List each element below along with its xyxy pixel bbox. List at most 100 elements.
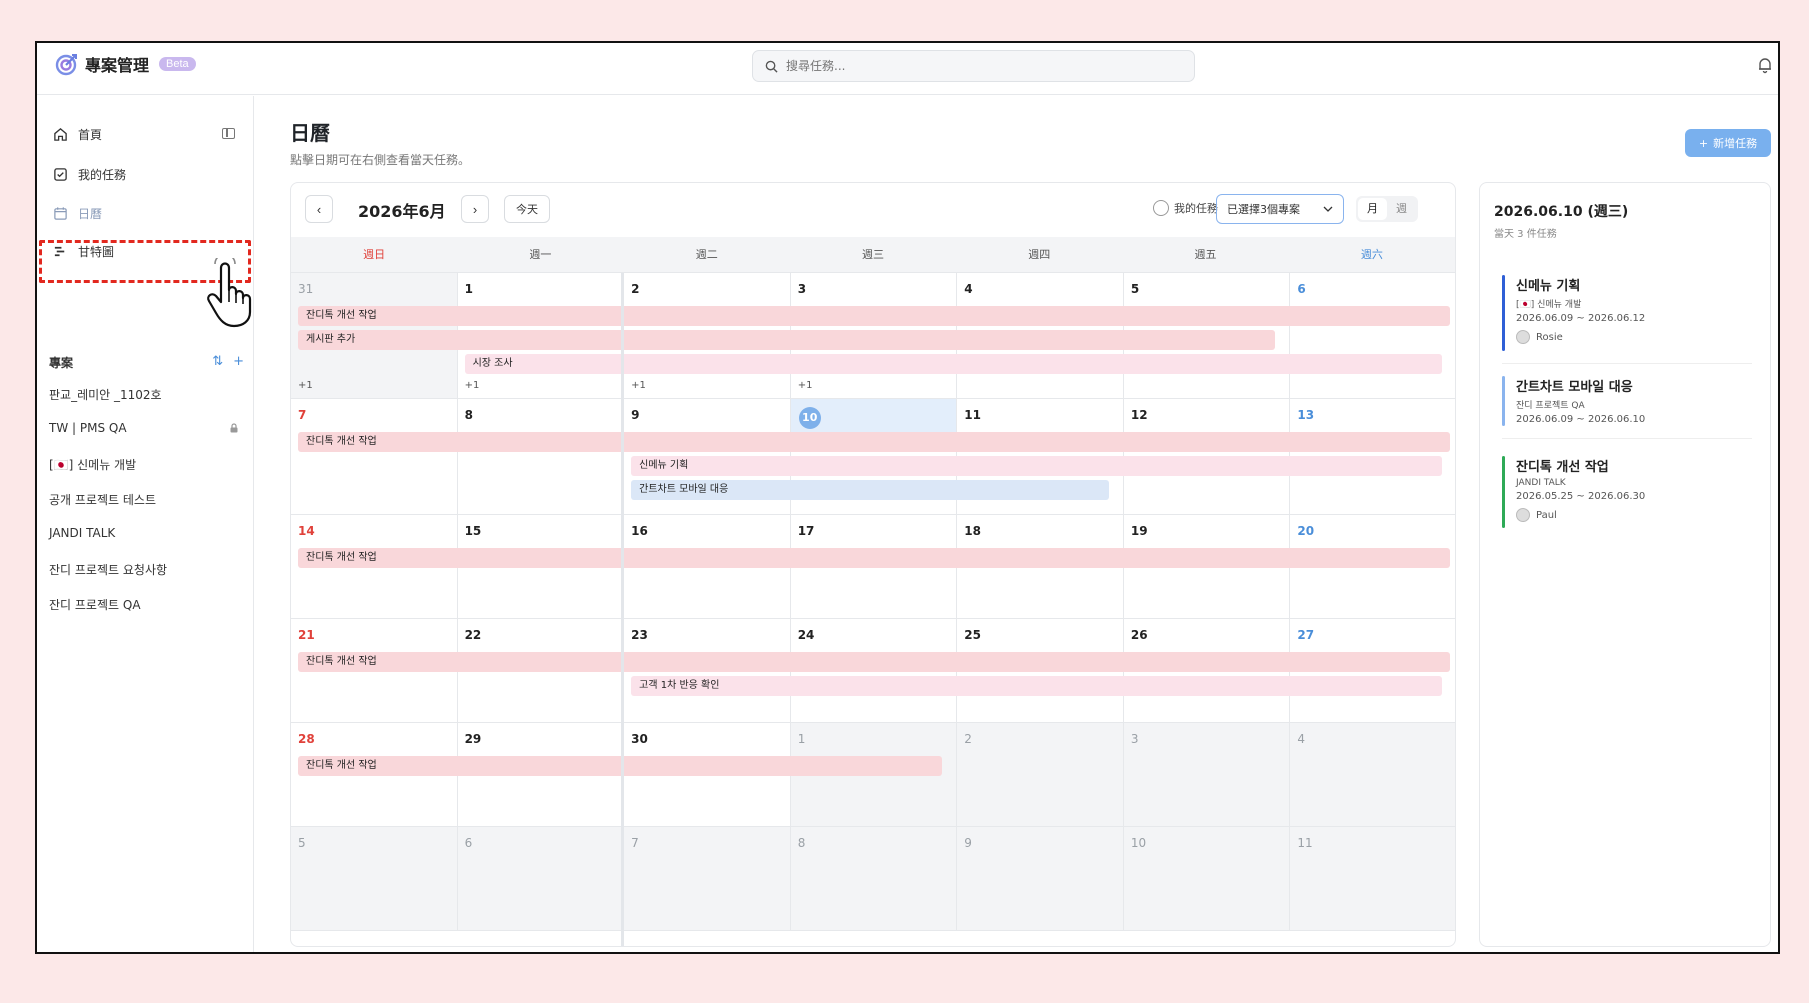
- my-tasks-radio[interactable]: [1153, 200, 1169, 216]
- next-month-button[interactable]: ›: [461, 195, 489, 223]
- sidebar-collapse-icon[interactable]: [222, 128, 235, 139]
- task-date-range: 2026.06.09 ~ 2026.06.12: [1516, 313, 1646, 324]
- month-label: 2026年6月: [358, 202, 446, 221]
- weekday-header: 週日 週一 週二 週三 週四 週五 週六: [291, 237, 1455, 273]
- beta-badge: Beta: [159, 57, 196, 71]
- app-logo[interactable]: 專案管理 Beta: [55, 52, 196, 76]
- calendar-day-cell[interactable]: 11: [1290, 827, 1455, 930]
- sidebar-item-label: 日曆: [78, 206, 103, 221]
- day-detail-panel: 2026.06.10 (週三) 當天 3 件任務 신메뉴 기획 [🇯🇵] 신메뉴 …: [1479, 182, 1771, 947]
- day-number: 5: [298, 836, 306, 850]
- weekday-label: 週二: [695, 248, 718, 261]
- day-number: 10: [1130, 836, 1147, 850]
- view-week-button[interactable]: 週: [1387, 198, 1416, 220]
- weekday-label: 週四: [1028, 248, 1051, 261]
- day-number: 4: [964, 282, 973, 296]
- calendar-day-cell[interactable]: 8: [790, 827, 958, 930]
- calendar-week-row: 21 22 23 24 25 26 27 잔디톡 개선 작업 고객 1차 반응 확인: [291, 619, 1455, 723]
- event-bar[interactable]: 잔디톡 개선 작업: [298, 652, 1450, 672]
- day-task-item[interactable]: 간트차트 모바일 대응 잔디 프로젝트 QA 2026.06.09 ~ 2026.0…: [1502, 376, 1752, 426]
- calendar-day-cell[interactable]: 10: [1123, 827, 1291, 930]
- more-events-link[interactable]: +1: [298, 380, 313, 391]
- selected-date: 2026.06.10 (週三): [1494, 204, 1629, 220]
- day-number: 23: [631, 628, 648, 642]
- sort-icon[interactable]: ⇅: [212, 354, 223, 371]
- day-number: 8: [464, 408, 473, 422]
- project-filter-select[interactable]: 已選擇3個專案: [1216, 194, 1344, 224]
- event-bar[interactable]: 시장 조사: [464, 354, 1442, 374]
- day-number: 3: [1130, 732, 1139, 746]
- day-task-item[interactable]: 잔디톡 개선 작업 JANDI TALK 2026.05.25 ~ 2026.06.…: [1502, 456, 1752, 528]
- calendar-day-cell[interactable]: 7: [624, 827, 791, 930]
- day-number: 22: [464, 628, 482, 642]
- day-number: 20: [1297, 524, 1315, 538]
- event-bar[interactable]: 잔디톡 개선 작업: [298, 306, 1450, 326]
- day-number: 1: [797, 732, 806, 746]
- checkbox-icon: [54, 167, 67, 181]
- day-number: 31: [298, 282, 314, 296]
- calendar-day-cell[interactable]: 3: [1123, 723, 1291, 826]
- top-bar: 專案管理 Beta: [37, 43, 1778, 95]
- event-bar[interactable]: 고객 1차 반응 확인: [631, 676, 1442, 696]
- weekday-label: 週日: [363, 248, 386, 261]
- my-tasks-toggle[interactable]: 我的任務: [1153, 200, 1218, 216]
- more-events-link[interactable]: +1: [631, 380, 646, 391]
- sidebar-project-item[interactable]: 잔디 프로젝트 QA: [49, 596, 239, 613]
- bell-icon[interactable]: [1756, 56, 1774, 74]
- calendar-day-cell[interactable]: 5: [291, 827, 458, 930]
- day-task-item[interactable]: 신메뉴 기획 [🇯🇵] 신메뉴 개발 2026.06.09 ~ 2026.06.12…: [1502, 275, 1752, 351]
- calendar-day-cell[interactable]: 6: [457, 827, 625, 930]
- calendar-day-cell[interactable]: 8: [458, 399, 625, 514]
- my-tasks-label: 我的任務: [1174, 202, 1218, 215]
- event-bar[interactable]: 간트차트 모바일 대응: [631, 480, 1109, 500]
- calendar-day-cell[interactable]: 7: [291, 399, 458, 514]
- task-divider: [1502, 363, 1752, 364]
- task-assignee: Rosie: [1516, 330, 1752, 344]
- sidebar-item-home[interactable]: 首頁: [47, 119, 243, 149]
- search-box[interactable]: [752, 50, 1195, 82]
- event-bar[interactable]: 잔디톡 개선 작업: [298, 432, 1450, 452]
- task-color-stripe: [1502, 275, 1505, 351]
- calendar: ‹ 2026年6月 › 今天 我的任務 已選擇3個專案 月 週 週日 週一 週二 週三…: [290, 182, 1456, 947]
- sidebar-item-my-tasks[interactable]: 我的任務: [47, 159, 243, 189]
- new-task-button[interactable]: + 新增任務: [1685, 129, 1771, 157]
- sidebar-project-item[interactable]: 공개 프로젝트 테스트: [49, 491, 239, 508]
- task-title: 간트차트 모바일 대응: [1516, 380, 1633, 395]
- sidebar-project-item[interactable]: TW | PMS QA: [49, 421, 239, 435]
- event-bar[interactable]: 잔디톡 개선 작업: [298, 548, 1450, 568]
- calendar-day-cell[interactable]: 6: [1290, 273, 1455, 398]
- event-bar[interactable]: 게시판 추가: [298, 330, 1276, 350]
- calendar-day-cell[interactable]: 2: [957, 723, 1124, 826]
- event-bar[interactable]: 잔디톡 개선 작업: [298, 756, 942, 776]
- day-number: 12: [1130, 408, 1148, 422]
- project-name: [🇯🇵] 신메뉴 개발: [49, 458, 137, 472]
- sidebar-project-item[interactable]: JANDI TALK: [49, 526, 239, 540]
- more-events-link[interactable]: +1: [465, 380, 480, 391]
- today-button[interactable]: 今天: [504, 195, 550, 223]
- project-name: 잔디 프로젝트 QA: [49, 598, 141, 612]
- event-bar[interactable]: 신메뉴 기획: [631, 456, 1442, 476]
- day-number: 27: [1297, 628, 1315, 642]
- calendar-day-cell[interactable]: 4: [1290, 723, 1455, 826]
- view-month-button[interactable]: 月: [1358, 198, 1387, 220]
- sidebar-item-calendar[interactable]: 日曆: [47, 198, 243, 228]
- sidebar-project-item[interactable]: 잔디 프로젝트 요청사항: [49, 561, 239, 578]
- task-date-range: 2026.06.09 ~ 2026.06.10: [1516, 414, 1646, 425]
- sidebar-project-item[interactable]: [🇯🇵] 신메뉴 개발: [49, 456, 239, 473]
- add-project-icon[interactable]: +: [233, 354, 244, 371]
- calendar-day-cell[interactable]: 9: [957, 827, 1124, 930]
- day-number: 2: [964, 732, 972, 746]
- task-color-stripe: [1502, 456, 1505, 528]
- prev-month-button[interactable]: ‹: [305, 195, 333, 223]
- app-title: 專案管理: [85, 56, 150, 75]
- target-logo-icon: [55, 54, 77, 76]
- weekday-label: 週三: [861, 248, 884, 261]
- day-number: 18: [964, 524, 981, 538]
- more-events-link[interactable]: +1: [798, 380, 813, 391]
- task-title: 잔디톡 개선 작업: [1516, 460, 1609, 475]
- assignee-name: Paul: [1536, 509, 1557, 521]
- projects-header: 專案 ⇅ +: [49, 354, 244, 371]
- sidebar-project-item[interactable]: 판교_레미안 _1102호: [49, 386, 239, 403]
- search-input[interactable]: [786, 59, 1166, 73]
- plus-icon: +: [1698, 136, 1709, 150]
